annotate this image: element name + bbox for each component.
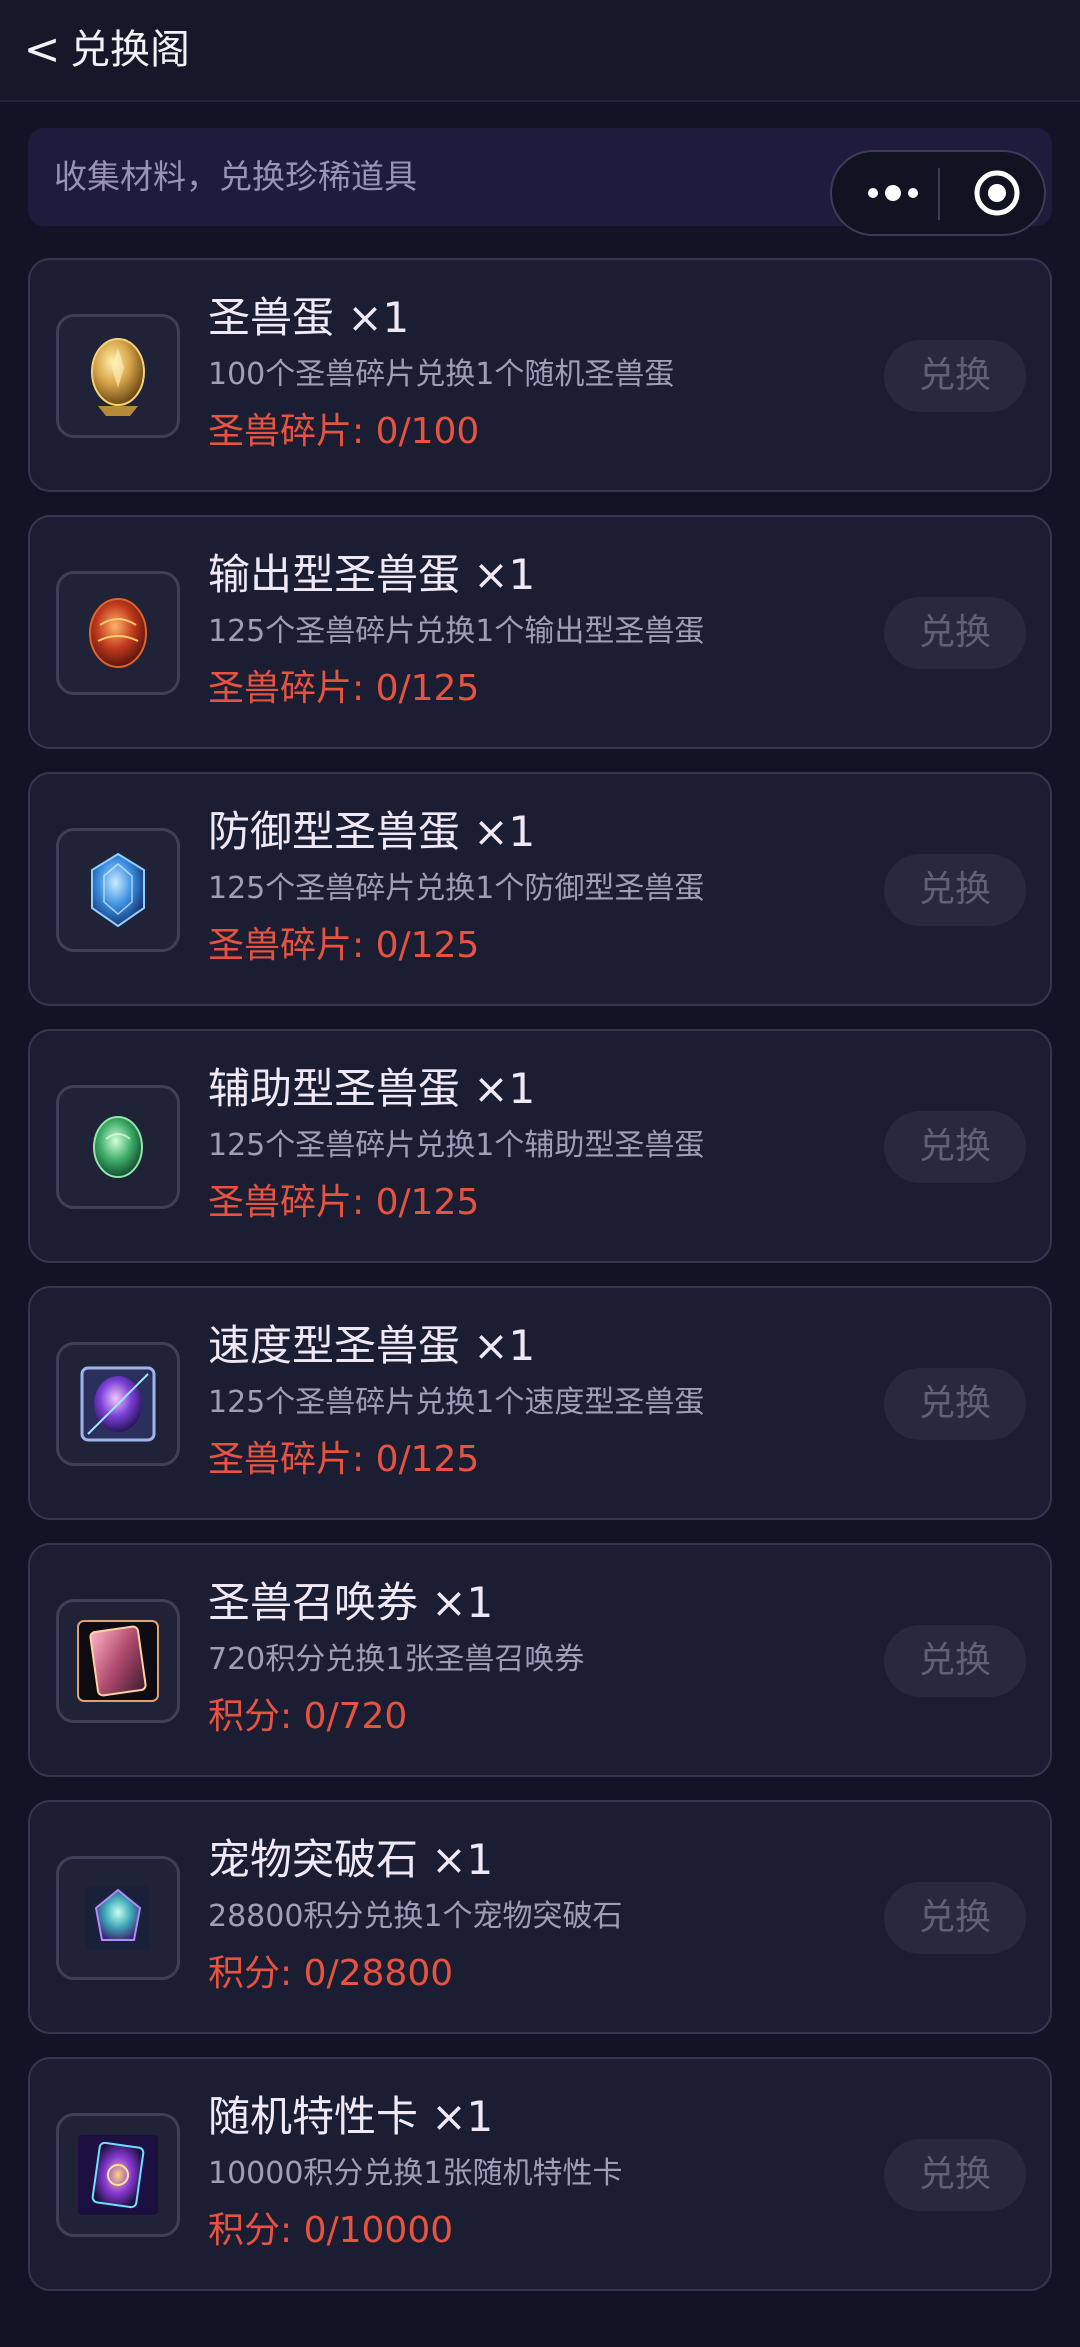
exchange-item-card: 圣兽蛋 ×1 100个圣兽碎片兑换1个随机圣兽蛋 圣兽碎片: 0/100 兑换 [28, 258, 1052, 492]
exchange-item-card: 随机特性卡 ×1 10000积分兑换1张随机特性卡 积分: 0/10000 兑换 [28, 2057, 1052, 2291]
item-icon-frame [56, 1342, 180, 1466]
item-progress: 积分: 0/28800 [208, 1953, 454, 1994]
item-description: 720积分兑换1张圣兽召唤券 [208, 1642, 585, 1677]
breakthrough-stone-icon [86, 1886, 150, 1950]
exchange-button[interactable]: 兑换 [884, 1111, 1026, 1183]
item-progress: 积分: 0/10000 [208, 2210, 454, 2251]
exchange-item-card: 速度型圣兽蛋 ×1 125个圣兽碎片兑换1个速度型圣兽蛋 圣兽碎片: 0/125… [28, 1286, 1052, 1520]
exchange-button[interactable]: 兑换 [884, 1882, 1026, 1954]
exchange-item-card: 圣兽召唤券 ×1 720积分兑换1张圣兽召唤券 积分: 0/720 兑换 [28, 1543, 1052, 1777]
exchange-button[interactable]: 兑换 [884, 1368, 1026, 1440]
item-title: 圣兽召唤券 ×1 [208, 1578, 494, 1627]
summon-ticket-icon [77, 1620, 159, 1702]
page-title: 兑换阁 [70, 27, 190, 73]
item-description: 125个圣兽碎片兑换1个输出型圣兽蛋 [208, 614, 705, 649]
back-button[interactable]: < [22, 22, 62, 78]
item-description: 28800积分兑换1个宠物突破石 [208, 1899, 623, 1934]
blue-egg-icon [91, 852, 145, 928]
item-icon-frame [56, 1599, 180, 1723]
exchange-button[interactable]: 兑换 [884, 854, 1026, 926]
exchange-button[interactable]: 兑换 [884, 2139, 1026, 2211]
item-icon-frame [56, 828, 180, 952]
item-progress: 圣兽碎片: 0/125 [208, 668, 480, 709]
back-icon: < [23, 24, 61, 75]
item-title: 辅助型圣兽蛋 ×1 [208, 1064, 536, 1113]
golden-egg-icon [91, 338, 145, 416]
item-icon-frame [56, 2113, 180, 2237]
exchange-list: 圣兽蛋 ×1 100个圣兽碎片兑换1个随机圣兽蛋 圣兽碎片: 0/100 兑换 … [28, 258, 1052, 2314]
item-icon-frame [56, 314, 180, 438]
item-description: 10000积分兑换1张随机特性卡 [208, 2156, 623, 2191]
item-description: 125个圣兽碎片兑换1个防御型圣兽蛋 [208, 871, 705, 906]
top-nav-bar: < 兑换阁 [0, 0, 1080, 102]
item-icon-frame [56, 1085, 180, 1209]
exchange-button[interactable]: 兑换 [884, 340, 1026, 412]
purple-egg-icon [80, 1366, 156, 1442]
banner-text: 收集材料，兑换珍稀道具 [54, 157, 417, 196]
exchange-item-card: 辅助型圣兽蛋 ×1 125个圣兽碎片兑换1个辅助型圣兽蛋 圣兽碎片: 0/125… [28, 1029, 1052, 1263]
item-progress: 圣兽碎片: 0/100 [208, 411, 480, 452]
item-title: 输出型圣兽蛋 ×1 [208, 550, 536, 599]
exchange-item-card: 输出型圣兽蛋 ×1 125个圣兽碎片兑换1个输出型圣兽蛋 圣兽碎片: 0/125… [28, 515, 1052, 749]
item-icon-frame [56, 571, 180, 695]
trait-card-icon [78, 2135, 158, 2215]
more-options-button[interactable] [858, 166, 928, 220]
exchange-item-card: 防御型圣兽蛋 ×1 125个圣兽碎片兑换1个防御型圣兽蛋 圣兽碎片: 0/125… [28, 772, 1052, 1006]
green-egg-icon [93, 1116, 143, 1178]
item-progress: 圣兽碎片: 0/125 [208, 925, 480, 966]
item-title: 圣兽蛋 ×1 [208, 293, 410, 342]
item-description: 125个圣兽碎片兑换1个速度型圣兽蛋 [208, 1385, 705, 1420]
item-progress: 圣兽碎片: 0/125 [208, 1182, 480, 1223]
capsule-divider [938, 168, 940, 220]
target-icon [974, 170, 1020, 216]
item-description: 125个圣兽碎片兑换1个辅助型圣兽蛋 [208, 1128, 705, 1163]
item-title: 速度型圣兽蛋 ×1 [208, 1321, 536, 1370]
red-egg-icon [89, 598, 147, 668]
exchange-button[interactable]: 兑换 [884, 597, 1026, 669]
item-title: 宠物突破石 ×1 [208, 1835, 494, 1884]
exchange-item-card: 宠物突破石 ×1 28800积分兑换1个宠物突破石 积分: 0/28800 兑换 [28, 1800, 1052, 2034]
exchange-button[interactable]: 兑换 [884, 1625, 1026, 1697]
item-title: 随机特性卡 ×1 [208, 2092, 494, 2141]
item-progress: 积分: 0/720 [208, 1696, 408, 1737]
item-icon-frame [56, 1856, 180, 1980]
item-title: 防御型圣兽蛋 ×1 [208, 807, 536, 856]
item-progress: 圣兽碎片: 0/125 [208, 1439, 480, 1480]
more-dots-icon [868, 185, 918, 201]
item-description: 100个圣兽碎片兑换1个随机圣兽蛋 [208, 357, 675, 392]
close-mini-program-button[interactable] [970, 166, 1024, 220]
mini-program-capsule [830, 150, 1046, 236]
